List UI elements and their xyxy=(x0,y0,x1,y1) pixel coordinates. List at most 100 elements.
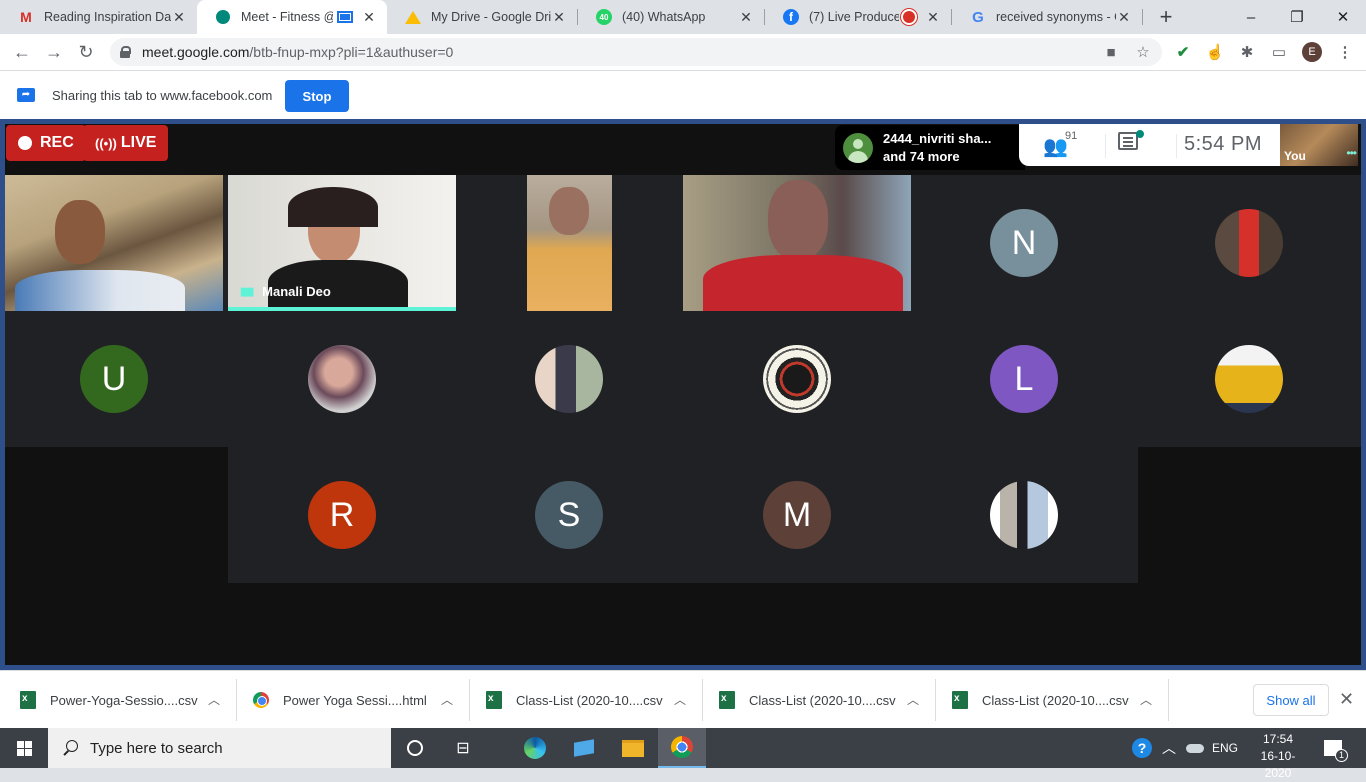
back-button[interactable]: ← xyxy=(10,40,34,64)
close-tab-icon[interactable]: ✕ xyxy=(1116,9,1132,26)
tab-meet[interactable]: Meet - Fitness @ ho ✕ xyxy=(197,0,387,34)
profile-avatar[interactable]: E xyxy=(1302,42,1322,62)
participant-video-tile[interactable] xyxy=(5,175,223,311)
participant-body xyxy=(703,255,903,311)
close-tab-icon[interactable]: ✕ xyxy=(361,9,377,26)
participant-tile[interactable]: S xyxy=(456,447,682,583)
participant-video-tile-speaking[interactable]: ▮▮▮ Manali Deo xyxy=(228,175,456,311)
close-downloads-icon[interactable]: ✕ xyxy=(1339,689,1354,710)
tab-drive[interactable]: My Drive - Google Drive ✕ xyxy=(387,0,577,34)
download-item[interactable]: Class-List (2020-10....csv ︿ xyxy=(486,681,686,719)
participant-video-tile[interactable] xyxy=(527,175,612,311)
url-path: /btb-fnup-mxp?pli=1&authuser=0 xyxy=(249,44,454,60)
onedrive-icon[interactable] xyxy=(1186,728,1204,768)
menu-kebab-icon[interactable]: ⋮ xyxy=(1336,43,1354,61)
participant-nameplate: ▮▮▮ Manali Deo xyxy=(240,284,331,299)
participant-tile[interactable]: N xyxy=(911,175,1137,311)
cortana-button[interactable] xyxy=(391,728,439,768)
join-notification[interactable]: 2444_nivriti sha... and 74 more xyxy=(835,125,1025,170)
participant-tile[interactable] xyxy=(1137,311,1361,447)
minimize-button[interactable]: – xyxy=(1228,0,1274,34)
participant-tile[interactable] xyxy=(228,311,456,447)
clock-time: 17:54 xyxy=(1262,732,1294,746)
action-center-button[interactable]: 1 xyxy=(1324,728,1348,768)
close-window-button[interactable]: ✕ xyxy=(1320,0,1366,34)
chevron-up-icon[interactable]: ︿ xyxy=(1140,691,1152,708)
close-tab-icon[interactable]: ✕ xyxy=(171,9,187,26)
stop-sharing-button[interactable]: Stop xyxy=(285,80,349,112)
extensions-puzzle-icon[interactable]: ✱ xyxy=(1238,43,1256,61)
participant-tile[interactable] xyxy=(456,311,682,447)
tab-whatsapp[interactable]: 40 (40) WhatsApp ✕ xyxy=(578,0,764,34)
edge-taskbar-button[interactable] xyxy=(511,728,559,768)
tab-gmail[interactable]: M Reading Inspiration Day ✕ xyxy=(0,0,197,34)
divider xyxy=(702,679,703,721)
chevron-up-icon[interactable]: ︿ xyxy=(674,691,686,708)
cast-icon[interactable]: ▭ xyxy=(1270,43,1288,61)
participant-tile[interactable] xyxy=(1137,175,1361,311)
gmail-icon: M xyxy=(20,9,32,25)
participant-tile[interactable]: R xyxy=(228,447,456,583)
help-tray-icon[interactable]: ? xyxy=(1132,728,1152,768)
self-view-tile[interactable]: You ••• xyxy=(1280,124,1358,166)
meeting-time: 5:54 PM xyxy=(1184,133,1262,155)
tab-strip: M Reading Inspiration Day ✕ Meet - Fitne… xyxy=(0,0,1366,34)
download-item[interactable]: Class-List (2020-10....csv ︿ xyxy=(719,681,919,719)
maximize-button[interactable]: ❐ xyxy=(1274,0,1320,34)
grid-row: ▮▮▮ Manali Deo N xyxy=(5,175,1361,311)
close-tab-icon[interactable]: ✕ xyxy=(738,9,754,26)
start-button[interactable] xyxy=(0,728,48,768)
download-item[interactable]: Class-List (2020-10....csv ︿ xyxy=(952,681,1152,719)
download-item[interactable]: Power Yoga Sessi....html ︿ xyxy=(253,681,453,719)
participant-video-tile[interactable] xyxy=(683,175,911,311)
recording-indicator-icon xyxy=(903,11,915,23)
chevron-up-icon[interactable]: ︿ xyxy=(907,691,919,708)
grid-row: R S M xyxy=(228,447,1138,583)
participant-tile[interactable] xyxy=(911,447,1137,583)
participant-tile[interactable]: M xyxy=(683,447,911,583)
meet-call-area: REC ((•)) LIVE 2444_nivriti sha... and 74 … xyxy=(5,124,1361,665)
participant-tile[interactable] xyxy=(683,311,911,447)
task-view-button[interactable]: ⊟ xyxy=(439,728,487,768)
taskbar-search-box[interactable]: Type here to search xyxy=(48,728,391,768)
show-hidden-icons-button[interactable]: ︿ xyxy=(1162,728,1176,768)
live-label: LIVE xyxy=(120,134,157,151)
chrome-taskbar-button[interactable] xyxy=(658,728,706,768)
file-explorer-taskbar-button[interactable] xyxy=(609,728,657,768)
this-pc-taskbar-button[interactable] xyxy=(560,728,608,768)
joined-name: 2444_nivriti sha... xyxy=(883,130,992,146)
address-bar[interactable]: meet.google.com/btb-fnup-mxp?pli=1&authu… xyxy=(110,38,1162,66)
tab-facebook[interactable]: f (7) Live Producer | F ✕ xyxy=(765,0,951,34)
chevron-up-icon[interactable]: ︿ xyxy=(441,691,453,708)
close-tab-icon[interactable]: ✕ xyxy=(925,9,941,26)
participant-initial-avatar: U xyxy=(80,345,148,413)
download-item[interactable]: Power-Yoga-Sessio....csv ︿ xyxy=(20,681,220,719)
checkmark-extension-icon[interactable]: ✔ xyxy=(1174,43,1192,61)
chevron-up-icon[interactable]: ︿ xyxy=(208,691,220,708)
download-filename: Class-List (2020-10....csv xyxy=(516,692,663,708)
close-tab-icon[interactable]: ✕ xyxy=(551,9,567,26)
participant-tile[interactable]: L xyxy=(911,311,1137,447)
more-options-icon[interactable]: ••• xyxy=(1346,146,1357,160)
participant-photo-avatar xyxy=(763,345,831,413)
participant-tile[interactable]: U xyxy=(5,311,223,447)
participant-initial-avatar: S xyxy=(535,481,603,549)
touch-extension-icon[interactable]: ☝ xyxy=(1206,43,1225,61)
new-tab-button[interactable]: + xyxy=(1155,4,1177,30)
bookmark-star-icon[interactable]: ☆ xyxy=(1134,43,1152,61)
participant-photo-avatar xyxy=(990,481,1058,549)
reload-button[interactable]: ↻ xyxy=(74,40,98,64)
chat-icon[interactable] xyxy=(1118,132,1138,150)
search-icon xyxy=(62,740,78,756)
tab-google-search[interactable]: G received synonyms - Go ✕ xyxy=(952,0,1142,34)
show-all-downloads-button[interactable]: Show all xyxy=(1253,684,1329,716)
facebook-icon: f xyxy=(783,9,799,25)
taskbar-clock[interactable]: 17:54 16-10-2020 xyxy=(1248,731,1308,782)
camera-icon[interactable]: ■ xyxy=(1102,43,1120,61)
forward-button[interactable]: → xyxy=(42,40,66,64)
participant-grid: ▮▮▮ Manali Deo N U L R S M xyxy=(5,175,1361,583)
folder-icon xyxy=(622,739,644,757)
chrome-file-icon xyxy=(253,692,269,708)
language-indicator[interactable]: ENG xyxy=(1212,728,1238,768)
participant-initial-avatar: R xyxy=(308,481,376,549)
